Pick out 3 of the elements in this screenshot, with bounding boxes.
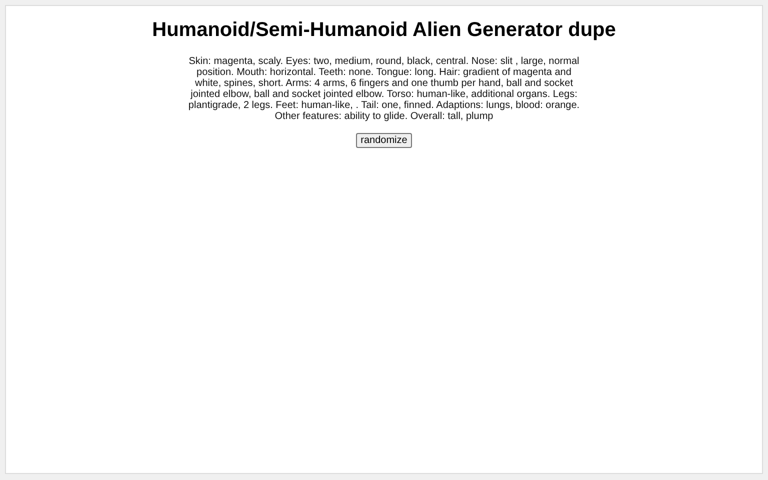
description-text: Skin: magenta, scaly. Eyes: two, medium, round, black, central. Nose: slit , large, normal position. Mouth: horizontal. Teeth: none. Tongue: long. Hair: gradient of magenta and white, spines, short. Arms: 4 arms, 6 fingers and one thumb per hand, ball and socket jointed elbow, ball and socket jointed elbow. Torso: human-like, additional organs. Legs: plantigrade, 2 legs. Feet: human-like, . Tail: one, finned. Adaptions: lungs, blood: orange. Other features: ability to glide. Overall: tall, plump: [187, 56, 581, 122]
randomize-button[interactable]: randomize: [356, 133, 412, 148]
page-title: Humanoid/Semi-Humanoid Alien Generator dupe: [152, 18, 616, 42]
